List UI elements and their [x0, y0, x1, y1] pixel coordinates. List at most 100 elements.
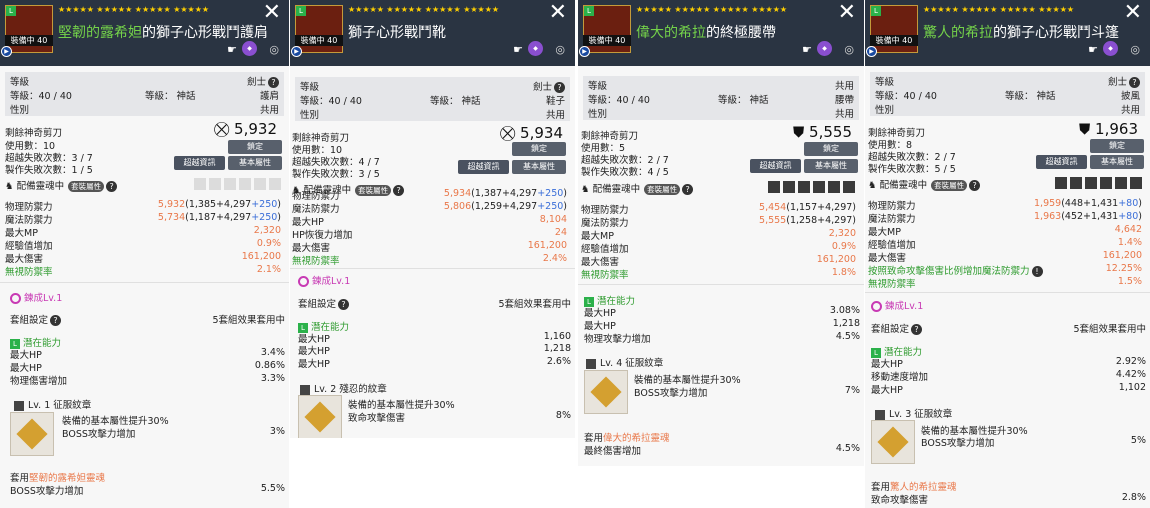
play-icon[interactable]: ▶: [1, 46, 12, 57]
help-icon[interactable]: ?: [911, 324, 923, 335]
lock-button[interactable]: 鎖定: [228, 140, 282, 154]
stat-label: 無視防禦率: [581, 270, 629, 281]
play-icon[interactable]: ▶: [291, 46, 302, 57]
set-attr-tag[interactable]: 套裝屬性: [68, 181, 105, 192]
help-icon[interactable]: ?: [338, 299, 350, 310]
info-icon[interactable]: !: [1031, 266, 1043, 277]
item-icon: L 裝備中 40: [295, 5, 343, 53]
compare-icon[interactable]: ◎: [269, 43, 279, 56]
stat-label: 無視防禦率: [868, 279, 916, 290]
text-line: 物理攻擊力增加: [584, 334, 651, 345]
basic-stats-button[interactable]: 基本屬性: [1090, 155, 1144, 169]
stat-value: 1.4%: [1117, 237, 1142, 248]
compare-icon[interactable]: ◎: [1130, 43, 1140, 56]
close-icon[interactable]: ✕: [549, 2, 567, 24]
text-line: 共用: [1120, 105, 1140, 116]
help-icon[interactable]: ?: [268, 77, 279, 88]
emblem-icon: [584, 370, 628, 414]
text-line: 最大HP: [584, 308, 616, 319]
close-icon[interactable]: ✕: [263, 2, 281, 24]
set-attr-tag[interactable]: 套裝屬性: [931, 180, 968, 191]
text-line: [0, 282, 289, 283]
item-name: 偉大的希拉的終極腰帶: [636, 25, 776, 41]
emblem-icon: [10, 412, 54, 456]
close-icon[interactable]: ✕: [1124, 2, 1142, 24]
hand-icon[interactable]: ☛: [513, 43, 523, 56]
gem-icon[interactable]: ◆: [817, 41, 832, 56]
stat-value: 5,932(1,385+4,297+250): [157, 199, 281, 210]
basic-stats-button[interactable]: 基本屬性: [512, 160, 566, 174]
play-icon[interactable]: ▶: [579, 46, 590, 57]
transcend-info-button[interactable]: 超越資訊: [458, 160, 509, 174]
text-line: BOSS攻擊力增加: [10, 486, 84, 497]
transcend-info-button[interactable]: 超越資訊: [750, 159, 801, 173]
combat-power: ⛒ 5,932: [213, 120, 277, 138]
text-line: 0.86%: [254, 360, 285, 371]
text-line: 5.5%: [260, 483, 285, 494]
stat-value: 5,734(1,187+4,297+250): [157, 212, 281, 223]
stat-value: 0.9%: [256, 238, 281, 249]
item-info-bar: 等級 劍士? 等級：40 / 40 等級： 神話 鞋子 性別 共用: [295, 77, 570, 121]
stat-label: 魔法防禦力: [292, 204, 340, 215]
emblem-title: Lv. 4 征服紋章: [586, 355, 663, 369]
transcend-info-button[interactable]: 超越資訊: [174, 156, 225, 170]
item-panel-boots: L 裝備中 40 ▶ ★★★★★ ★★★★★ ★★★★★ ★★★★★ 獅子心形戰鬥…: [290, 0, 575, 438]
upgrade-badge: L: [871, 6, 881, 16]
gem-icon[interactable]: ◆: [1103, 41, 1118, 56]
stat-label: 最大MP: [581, 231, 614, 242]
set-attr-tag[interactable]: 套裝屬性: [355, 185, 392, 196]
text-line: 1,102: [1118, 382, 1146, 393]
emblem-small-icon: [14, 400, 24, 411]
refine-icon: [871, 301, 882, 312]
hand-icon[interactable]: ☛: [1088, 43, 1098, 56]
lock-button[interactable]: 鎖定: [512, 142, 566, 156]
gem-icon[interactable]: ◆: [528, 41, 543, 56]
help-icon[interactable]: ?: [50, 315, 62, 326]
text-line: 4.42%: [1115, 369, 1146, 380]
hand-icon[interactable]: ☛: [227, 43, 237, 56]
help-icon[interactable]: ?: [106, 181, 118, 192]
hand-icon[interactable]: ☛: [802, 43, 812, 56]
text-line: 2.8%: [1121, 492, 1146, 503]
lock-button[interactable]: 鎖定: [804, 142, 858, 156]
stat-label: 最大MP: [5, 228, 38, 239]
text-line: BOSS攻擊力增加: [62, 429, 136, 440]
close-icon[interactable]: ✕: [838, 2, 856, 24]
stat-value: 161,200: [1102, 250, 1142, 261]
stat-value: 5,454(1,157+4,297): [759, 202, 856, 213]
emblem-title: Lv. 3 征服紋章: [875, 406, 952, 420]
stat-value: 0.9%: [831, 241, 856, 252]
transcend-info-button[interactable]: 超越資訊: [1036, 155, 1087, 169]
text-line: [798, 181, 810, 193]
stat-label: 物理防禦力: [581, 205, 629, 216]
emblem-title: Lv. 1 征服紋章: [14, 397, 91, 411]
stat-label: 最大MP: [868, 227, 901, 238]
help-icon[interactable]: ?: [1129, 77, 1140, 88]
compare-icon[interactable]: ◎: [555, 43, 565, 56]
help-icon[interactable]: ?: [682, 184, 694, 195]
help-icon[interactable]: ?: [393, 185, 405, 196]
text-line: 劍士?: [1108, 74, 1140, 88]
set-attr-tag[interactable]: 套裝屬性: [644, 184, 681, 195]
help-icon[interactable]: ?: [554, 82, 565, 93]
basic-stats-button[interactable]: 基本屬性: [228, 156, 282, 170]
basic-stats-button[interactable]: 基本屬性: [804, 159, 858, 173]
text-line: 裝備的基本屬性提升30%: [634, 375, 741, 386]
text-line: 1,218: [543, 343, 571, 354]
text-line: 性別: [10, 105, 30, 116]
text-line: 4.5%: [835, 443, 860, 454]
compare-icon[interactable]: ◎: [844, 43, 854, 56]
text-line: [1085, 177, 1097, 189]
play-icon[interactable]: ▶: [866, 46, 877, 57]
stat-label: 最大傷害: [581, 257, 620, 268]
help-icon[interactable]: ?: [969, 180, 981, 191]
text-line: 劍士?: [533, 79, 565, 93]
item-name: 獅子心形戰鬥靴: [348, 25, 446, 41]
power-icon: ⛒: [499, 124, 516, 142]
refine-icon: [10, 293, 21, 304]
stat-value: 5,934(1,387+4,297+250): [443, 188, 567, 199]
gem-icon[interactable]: ◆: [242, 41, 257, 56]
stat-value: 161,200: [527, 240, 567, 251]
lock-button[interactable]: 鎖定: [1090, 139, 1144, 153]
text-line: 3.08%: [829, 305, 860, 316]
